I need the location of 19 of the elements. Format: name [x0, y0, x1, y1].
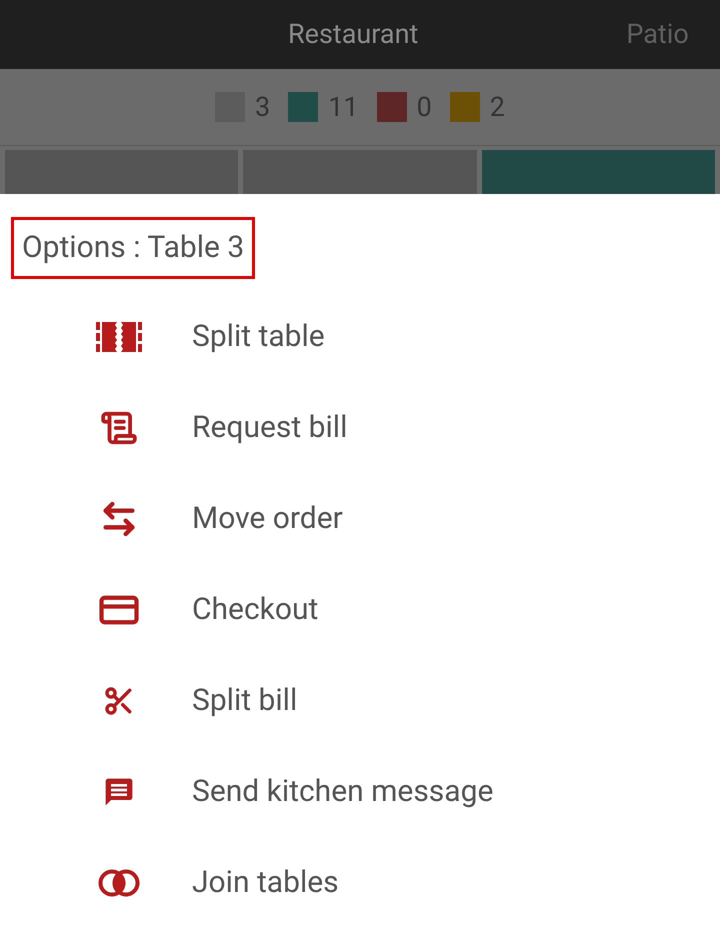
option-item[interactable]: Split table: [0, 291, 720, 382]
area-tab[interactable]: Restaurant: [288, 14, 418, 55]
message-icon: [103, 776, 135, 808]
split-table-icon: [96, 322, 142, 352]
status-count: 0: [416, 90, 432, 125]
status-count: 3: [255, 90, 270, 125]
table-tile[interactable]: [482, 150, 715, 194]
option-item[interactable]: Checkout: [0, 564, 720, 655]
status-count: 2: [490, 90, 505, 125]
option-item[interactable]: Join tables: [0, 837, 720, 928]
dialog-title: Options : Table 3: [11, 217, 256, 279]
status-count: 11: [328, 90, 359, 125]
option-item[interactable]: Send kitchen message: [0, 746, 720, 837]
option-item[interactable]: Split bill: [0, 655, 720, 746]
option-item[interactable]: Request bill: [0, 382, 720, 473]
option-item[interactable]: Move order: [0, 473, 720, 564]
table-tile[interactable]: [243, 150, 477, 194]
overlapping-rings-icon: [98, 868, 140, 896]
table-tile[interactable]: [5, 150, 238, 194]
